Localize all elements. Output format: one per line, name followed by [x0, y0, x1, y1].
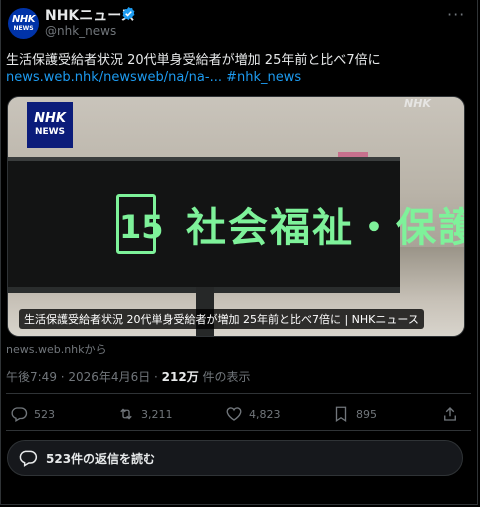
- share-button[interactable]: [441, 405, 465, 423]
- logo-text-top: NHK: [34, 111, 66, 126]
- more-options-icon[interactable]: ···: [447, 5, 465, 24]
- repost-button[interactable]: 3,211: [117, 405, 173, 423]
- card-caption: 生活保護受給者状況 20代単身受給者が増加 25年前と比べ7倍に | NHKニュ…: [19, 309, 424, 329]
- post-text: 生活保護受給者状況 20代単身受給者が増加 25年前と比べ7倍に: [6, 53, 381, 68]
- views-count: 212万: [161, 370, 199, 384]
- repost-icon: [120, 408, 132, 420]
- speech-bubble-icon: [19, 450, 38, 467]
- hashtag-link[interactable]: #nhk_news: [226, 70, 301, 85]
- divider: [6, 430, 471, 431]
- reply-button[interactable]: 523: [10, 405, 55, 423]
- reply-icon: [11, 407, 28, 422]
- sign-text: 社会福祉・保護: [186, 205, 465, 251]
- bookmark-button[interactable]: 895: [332, 405, 377, 423]
- nhk-watermark: NHK: [404, 97, 431, 110]
- media-card[interactable]: 15 社会福祉・保護 NHK NEWS NHK 生活保護受給者状況 20代単身受…: [7, 96, 465, 337]
- divider: [6, 393, 471, 394]
- link-source[interactable]: news.web.nhkから: [6, 341, 107, 357]
- author-handle[interactable]: @nhk_news: [45, 24, 116, 38]
- repost-count: 3,211: [141, 407, 173, 421]
- bookmark-count: 895: [356, 407, 377, 421]
- like-button[interactable]: 4,823: [225, 405, 281, 423]
- post-meta: 午後7:49 · 2026年4月6日 · 212万 件の表示: [6, 368, 251, 385]
- read-replies-label: 523件の返信を読む: [46, 451, 156, 466]
- avatar-text-top: NHK: [12, 13, 36, 25]
- read-replies-button[interactable]: 523件の返信を読む: [7, 440, 463, 476]
- logo-text-bottom: NEWS: [34, 127, 66, 137]
- like-count: 4,823: [249, 407, 281, 421]
- views-label: 件の表示: [198, 370, 251, 384]
- bookmark-icon: [335, 406, 347, 423]
- share-icon: [444, 407, 456, 421]
- heart-icon: [226, 407, 242, 421]
- reply-count: 523: [34, 407, 55, 421]
- sign-number: 15: [116, 194, 164, 254]
- avatar-text-bottom: NEWS: [13, 24, 34, 32]
- nhk-news-logo: NHK NEWS: [27, 102, 73, 148]
- article-link[interactable]: news.web.nhk/newsweb/na/na-...: [6, 70, 222, 85]
- verified-badge-icon: [122, 6, 135, 21]
- post-time[interactable]: 午後7:49 · 2026年4月6日 ·: [6, 370, 162, 384]
- post-links: news.web.nhk/newsweb/na/na-... #nhk_news: [6, 70, 301, 85]
- avatar[interactable]: NHK NEWS: [8, 8, 39, 39]
